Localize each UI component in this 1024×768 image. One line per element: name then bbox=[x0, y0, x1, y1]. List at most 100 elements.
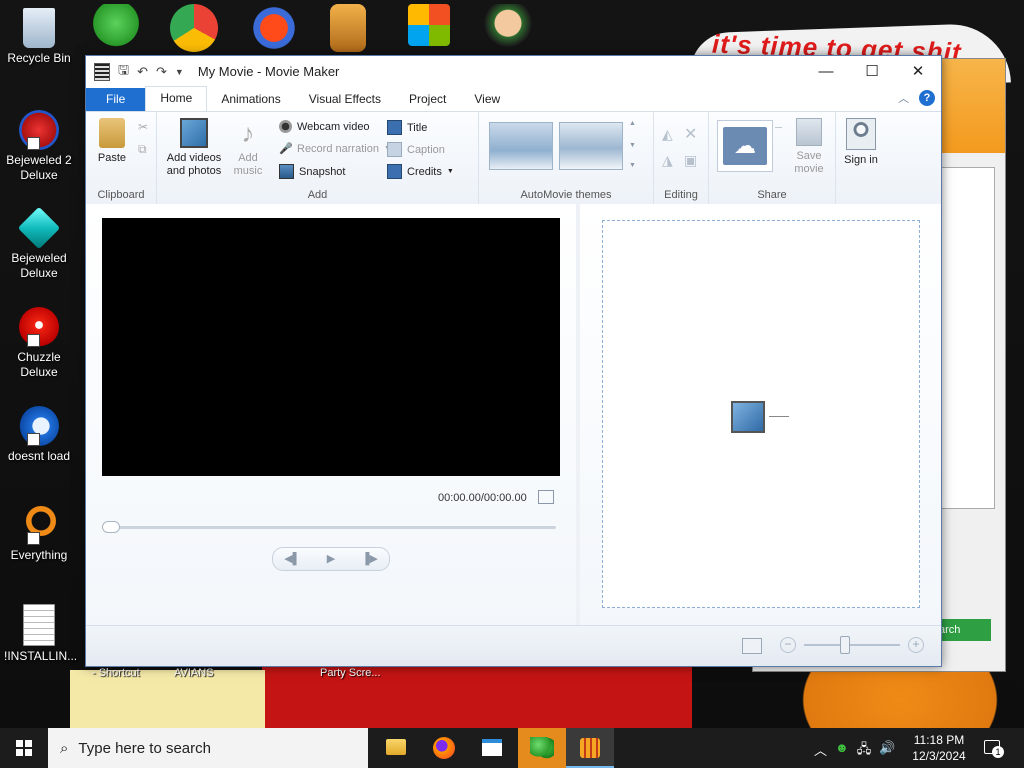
undo-icon[interactable]: ↶ bbox=[137, 64, 148, 80]
remove-icon[interactable]: ✕ bbox=[684, 124, 697, 144]
start-button[interactable] bbox=[0, 728, 48, 768]
paste-button[interactable]: Paste bbox=[92, 118, 132, 165]
theme-thumbnail-1[interactable] bbox=[489, 122, 553, 170]
windows-logo-icon bbox=[16, 740, 32, 756]
previous-frame-button[interactable]: ◀▌ bbox=[273, 548, 312, 570]
theme-thumbnail-2[interactable] bbox=[559, 122, 623, 170]
rotate-right-icon[interactable]: ◮ bbox=[662, 152, 673, 169]
sign-in-button[interactable]: Sign in bbox=[842, 118, 880, 167]
snapshot-button[interactable]: Snapshot bbox=[279, 164, 345, 179]
fullscreen-preview-icon[interactable] bbox=[538, 490, 554, 504]
storyboard-pane[interactable] bbox=[602, 220, 920, 608]
customize-toolbar-chevron-icon[interactable]: ▼ bbox=[175, 67, 184, 77]
desktop-label-party-screen[interactable]: Party Scre... bbox=[320, 667, 381, 679]
themes-scroll-down-icon[interactable]: ▼ bbox=[629, 142, 636, 149]
desktop-icon-label: Bejeweled Deluxe bbox=[11, 251, 67, 280]
cut-icon[interactable]: ✂ bbox=[138, 120, 148, 134]
desktop-icon-installing[interactable]: !INSTALLIN... bbox=[4, 604, 77, 664]
title-bar[interactable]: 🖫 ↶ ↷ ▼ My Movie - Movie Maker — ☐ ✕ bbox=[86, 56, 941, 87]
movie-maker-window[interactable]: 🖫 ↶ ↷ ▼ My Movie - Movie Maker — ☐ ✕ Fil… bbox=[85, 55, 942, 667]
help-icon[interactable]: ? bbox=[919, 90, 935, 106]
title-button[interactable]: Title bbox=[387, 120, 427, 135]
share-onedrive-button[interactable]: ☁ bbox=[717, 120, 773, 172]
save-movie-button[interactable]: Save movie bbox=[789, 118, 829, 176]
add-music-label: Add music bbox=[233, 152, 263, 177]
maximize-button[interactable]: ☐ bbox=[849, 56, 895, 87]
show-hidden-icons-chevron-icon[interactable]: ︿ bbox=[814, 740, 827, 762]
caption-icon bbox=[387, 142, 402, 157]
seek-bar[interactable] bbox=[102, 526, 556, 529]
minimize-button[interactable]: — bbox=[803, 56, 849, 87]
desktop-icon-chuzzle[interactable]: Chuzzle Deluxe bbox=[4, 307, 74, 380]
thumbnail-size-icon[interactable] bbox=[742, 638, 762, 654]
windows-shield-icon[interactable] bbox=[408, 4, 450, 46]
desktop-label-shortcut[interactable]: - Shortcut bbox=[92, 667, 140, 679]
zoom-out-icon[interactable]: − bbox=[780, 637, 796, 653]
next-frame-button[interactable]: ▐▶ bbox=[350, 548, 389, 570]
tab-file[interactable]: File bbox=[86, 88, 146, 111]
add-videos-photos-button[interactable]: Add videos and photos bbox=[163, 118, 225, 178]
desktop-icon-bejeweled-2[interactable]: Bejeweled 2 Deluxe bbox=[4, 110, 74, 183]
messenger-buddy-icon bbox=[530, 737, 554, 759]
taskbar-messenger[interactable] bbox=[518, 728, 566, 768]
taskbar-firefox[interactable] bbox=[420, 728, 468, 768]
credits-icon bbox=[387, 164, 402, 179]
desktop-icon-recycle-bin[interactable]: Recycle Bin bbox=[4, 8, 74, 66]
background-window-search-button[interactable]: arch bbox=[939, 619, 991, 641]
taskbar-clock[interactable]: 11:18 PM 12/3/2024 bbox=[905, 732, 973, 764]
messenger-tray-icon[interactable]: ☻ bbox=[835, 740, 849, 762]
themes-gallery-more-icon[interactable]: ▼ bbox=[629, 162, 636, 169]
taskbar-app-window[interactable] bbox=[468, 728, 516, 768]
pane-splitter[interactable] bbox=[576, 204, 580, 626]
video-preview[interactable] bbox=[102, 218, 560, 476]
ribbon-group-editing: ◭ ✕ ◮ ▣ Editing bbox=[654, 112, 709, 204]
redo-icon[interactable]: ↷ bbox=[156, 64, 167, 80]
webcam-video-button[interactable]: Webcam video bbox=[279, 120, 370, 133]
rotate-left-icon[interactable]: ◭ bbox=[662, 126, 673, 143]
tab-view[interactable]: View bbox=[460, 88, 514, 111]
add-music-button[interactable]: ♪ Add music bbox=[229, 118, 267, 178]
select-all-icon[interactable]: ▣ bbox=[684, 152, 697, 169]
clipboard-paste-icon bbox=[99, 118, 125, 148]
seek-bar-thumb[interactable] bbox=[102, 521, 120, 533]
share-gallery-scroll-icon[interactable]: — bbox=[775, 124, 782, 131]
desktop-icon-everything[interactable]: Everything bbox=[4, 505, 74, 563]
network-icon[interactable]: 🖧 bbox=[857, 740, 872, 762]
tab-project[interactable]: Project bbox=[395, 88, 460, 111]
ribbon-group-share: ☁ — Save movie Share bbox=[709, 112, 836, 204]
playback-controls: ◀▌ ▶ ▐▶ bbox=[272, 547, 390, 571]
play-button[interactable]: ▶ bbox=[312, 548, 351, 570]
credits-button[interactable]: Credits ▼ bbox=[387, 164, 454, 179]
copy-icon[interactable]: ⧉ bbox=[138, 142, 147, 157]
tab-visual-effects[interactable]: Visual Effects bbox=[295, 88, 395, 111]
desktop-icon-bejeweled[interactable]: Bejeweled Deluxe bbox=[4, 206, 74, 281]
collapse-ribbon-chevron-icon[interactable]: ︿ bbox=[898, 90, 909, 106]
action-center-button[interactable]: 1 bbox=[982, 738, 1004, 758]
taskbar-search[interactable]: ⌕ Type here to search bbox=[48, 728, 368, 768]
zoom-slider-track[interactable] bbox=[804, 644, 900, 646]
chrome-icon[interactable] bbox=[170, 4, 218, 52]
save-icon[interactable]: 🖫 bbox=[118, 61, 129, 83]
snapshot-label: Snapshot bbox=[299, 165, 346, 178]
tab-home[interactable]: Home bbox=[145, 86, 208, 111]
save-movie-icon bbox=[796, 118, 822, 146]
character-game-icon[interactable] bbox=[484, 4, 532, 52]
game-p-icon[interactable] bbox=[250, 4, 298, 52]
desktop-icon-doesnt-load[interactable]: doesnt load bbox=[4, 406, 74, 464]
taskbar: ⌕ Type here to search ︿ ☻ 🖧 🔊 11:18 PM 1… bbox=[0, 728, 1024, 768]
close-button[interactable]: ✕ bbox=[895, 56, 941, 87]
messenger-icon[interactable] bbox=[92, 4, 140, 52]
desktop-icon-label: Everything bbox=[10, 548, 68, 562]
door-icon[interactable] bbox=[330, 4, 366, 52]
record-narration-button[interactable]: 🎤 Record narration ▼ bbox=[279, 142, 391, 156]
desktop-label-avians[interactable]: AVIANS bbox=[174, 667, 214, 679]
zoom-in-icon[interactable]: + bbox=[908, 637, 924, 653]
caption-button[interactable]: Caption bbox=[387, 142, 445, 157]
ribbon-group-add: Add videos and photos ♪ Add music Webcam… bbox=[157, 112, 479, 204]
volume-icon[interactable]: 🔊 bbox=[879, 740, 895, 762]
zoom-slider-thumb[interactable] bbox=[840, 636, 850, 654]
taskbar-file-explorer[interactable] bbox=[372, 728, 420, 768]
themes-scroll-up-icon[interactable]: ▲ bbox=[629, 120, 636, 127]
taskbar-movie-maker[interactable] bbox=[566, 728, 614, 768]
tab-animations[interactable]: Animations bbox=[207, 88, 294, 111]
